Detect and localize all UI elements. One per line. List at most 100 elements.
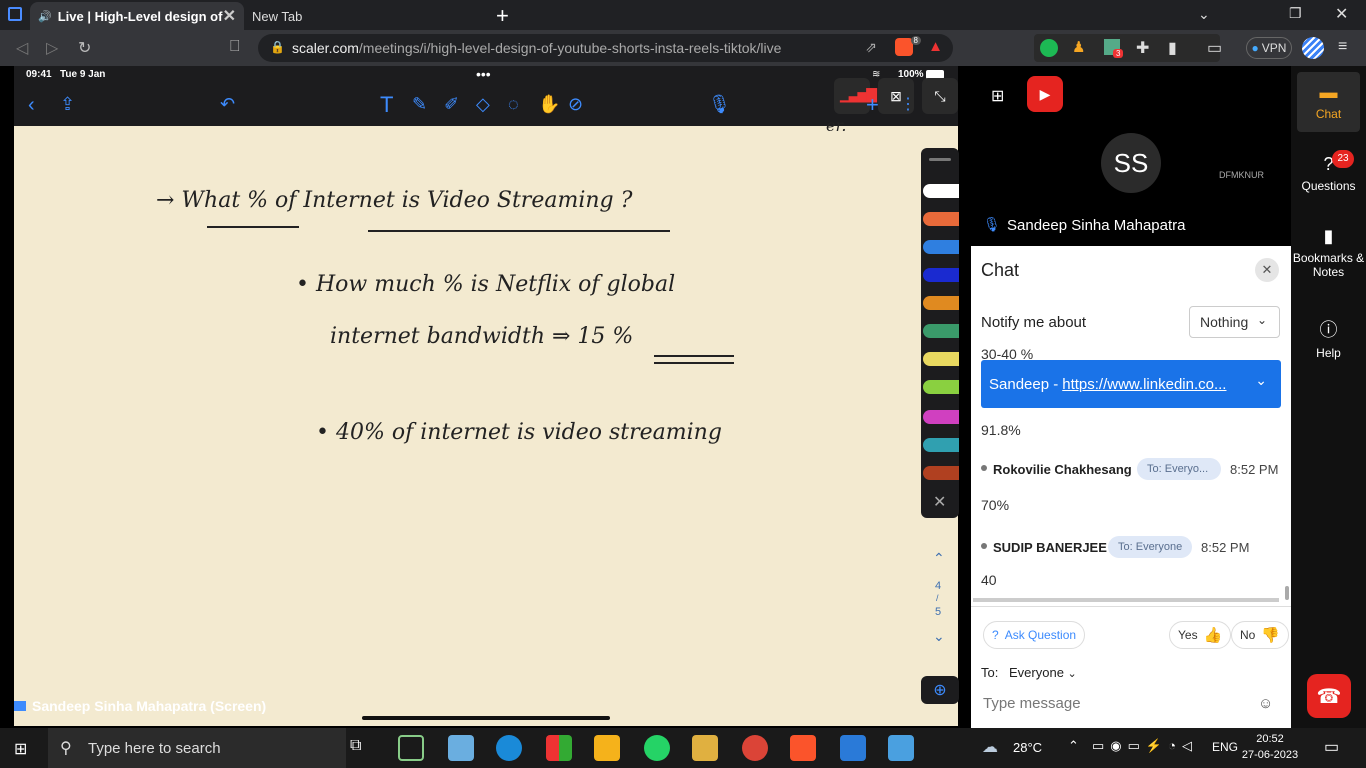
- highlighter-yellow[interactable]: [923, 352, 959, 366]
- weather-temp[interactable]: 28°C: [1013, 740, 1042, 755]
- back-icon[interactable]: ◁: [16, 38, 28, 58]
- highlighter-tool-icon[interactable]: ✐: [444, 94, 459, 115]
- shapes-tool-icon[interactable]: ✋: [538, 94, 560, 115]
- photos-icon[interactable]: [888, 735, 914, 761]
- pycharm-icon[interactable]: [398, 735, 424, 761]
- layout-grid-icon[interactable]: ⊞: [991, 86, 1004, 106]
- pinned-link[interactable]: https://www.linkedin.co...: [1062, 376, 1226, 393]
- ipad-time: 09:41: [26, 69, 52, 80]
- wallet-icon[interactable]: ▭: [1207, 38, 1222, 58]
- taskbar-search[interactable]: ⚲ Type here to search: [48, 728, 346, 768]
- sidebar-item-bookmarks[interactable]: ▮ Bookmarks & Notes: [1291, 226, 1366, 279]
- office-apps-icon[interactable]: [546, 735, 572, 761]
- pinned-chevron-icon[interactable]: ⌄: [1255, 372, 1267, 389]
- 3d-viewer-icon[interactable]: [448, 735, 474, 761]
- end-call-button[interactable]: ☎: [1307, 674, 1351, 718]
- windows-start-icon[interactable]: ⊞: [14, 739, 27, 759]
- pen-white[interactable]: [923, 184, 959, 198]
- sidebar-item-chat[interactable]: ▬ Chat: [1291, 82, 1366, 121]
- tab-search-icon[interactable]: [8, 7, 22, 21]
- new-tab-icon[interactable]: +: [496, 3, 509, 29]
- vpn-button[interactable]: ● VPN: [1246, 37, 1292, 59]
- handwritten-note-canvas[interactable]: er. → What % of Internet is Video Stream…: [14, 116, 958, 726]
- camera-toggle-icon[interactable]: ▶: [1027, 76, 1063, 112]
- sidebar-item-help[interactable]: ⓘ Help: [1291, 316, 1366, 360]
- palette-close-icon[interactable]: ✕: [933, 492, 946, 512]
- browser-tab-bar: 🔊 Live | High-Level design of You ✕ New …: [0, 0, 1366, 30]
- message-input[interactable]: Type message: [983, 695, 1253, 712]
- tab-new[interactable]: New Tab: [244, 2, 484, 30]
- brave-icon[interactable]: [790, 735, 816, 761]
- close-tab-icon[interactable]: ✕: [223, 6, 236, 26]
- more-icon[interactable]: ⋮: [900, 94, 916, 114]
- ask-question-button[interactable]: ? Ask Question: [983, 621, 1086, 649]
- chat-messages[interactable]: 30-40 % Sandeep - https://www.linkedin.c…: [971, 348, 1291, 604]
- chrome-icon[interactable]: [742, 735, 768, 761]
- chat-title: Chat: [981, 260, 1020, 280]
- pinned-message[interactable]: Sandeep - https://www.linkedin.co... ⌄: [981, 360, 1281, 408]
- task-view-icon[interactable]: ⧉: [350, 737, 361, 755]
- window-close-icon[interactable]: ✕: [1335, 4, 1348, 24]
- brave-rewards-icon[interactable]: ▲: [928, 38, 943, 55]
- sidebar-toggle-icon[interactable]: ▮: [1168, 38, 1177, 58]
- page-down-icon[interactable]: ⌄: [933, 628, 945, 645]
- sidebar-item-questions[interactable]: ? Questions 23: [1291, 150, 1366, 193]
- weather-icon: ☁: [982, 739, 998, 756]
- lasso-tool-icon[interactable]: ◌: [508, 94, 519, 115]
- undo-icon[interactable]: ↶: [220, 94, 235, 115]
- zoom-icon[interactable]: ⊕: [921, 676, 959, 704]
- to-value: Everyone: [1009, 665, 1064, 680]
- highlighter-rust[interactable]: [923, 466, 959, 480]
- add-page-icon[interactable]: +: [866, 92, 879, 118]
- chevron-down-icon[interactable]: ⌄: [1198, 6, 1210, 23]
- extension-person-icon[interactable]: ♟: [1072, 38, 1085, 56]
- whatsapp-icon[interactable]: [644, 735, 670, 761]
- no-button[interactable]: No 👎: [1231, 621, 1290, 649]
- yes-button[interactable]: Yes 👍: [1169, 621, 1232, 649]
- grammarly-icon[interactable]: [1040, 39, 1058, 57]
- taskbar-clock[interactable]: 20:52 27-06-2023: [1240, 731, 1300, 763]
- highlighter-lime[interactable]: [923, 380, 959, 394]
- tray-chevron-icon[interactable]: ⌃: [1068, 738, 1079, 754]
- extensions-puzzle-icon[interactable]: ✚: [1136, 38, 1149, 58]
- pen-navy[interactable]: [923, 268, 959, 282]
- laser-tool-icon[interactable]: ⊘: [568, 94, 583, 115]
- page-up-icon[interactable]: ⌃: [933, 550, 945, 567]
- edge-icon[interactable]: [496, 735, 522, 761]
- pen-amber[interactable]: [923, 296, 959, 310]
- forward-icon[interactable]: ▷: [46, 38, 58, 58]
- bookmark-page-icon[interactable]: ⎕: [230, 38, 240, 56]
- tab-live[interactable]: 🔊 Live | High-Level design of You ✕: [30, 2, 244, 30]
- emoji-icon[interactable]: ☺: [1258, 695, 1273, 712]
- pen-green[interactable]: [923, 324, 959, 338]
- text-tool-icon[interactable]: T: [380, 92, 393, 118]
- profile-avatar[interactable]: [1302, 37, 1324, 59]
- to-select[interactable]: Everyone ⌄: [1009, 665, 1077, 680]
- pen-blue[interactable]: [923, 240, 959, 254]
- eraser-tool-icon[interactable]: ◇: [476, 94, 490, 115]
- notify-select[interactable]: Nothing ⌄: [1189, 306, 1280, 338]
- menu-icon[interactable]: ≡: [1338, 38, 1347, 56]
- microphone-icon[interactable]: 🎙: [708, 94, 731, 115]
- highlighter-teal[interactable]: [923, 438, 959, 452]
- vscode-icon[interactable]: [840, 735, 866, 761]
- chat-close-icon[interactable]: ✕: [1255, 258, 1279, 282]
- share-icon[interactable]: ⇗: [865, 39, 877, 56]
- palette-handle[interactable]: [929, 158, 951, 161]
- collapse-icon[interactable]: ⤡: [922, 78, 958, 114]
- tray-icons[interactable]: ▭◉▭⚡◔◁: [1092, 738, 1198, 754]
- file-explorer-icon[interactable]: [692, 735, 718, 761]
- store-icon[interactable]: [594, 735, 620, 761]
- restore-icon[interactable]: ❐: [1289, 5, 1302, 22]
- pen-tool-icon[interactable]: ✎: [412, 94, 427, 115]
- pen-orange[interactable]: [923, 212, 959, 226]
- address-bar[interactable]: 🔒 scaler.com/meetings/i/high-level-desig…: [258, 34, 953, 62]
- share-icon[interactable]: ⇪: [60, 94, 75, 115]
- language-indicator[interactable]: ENG: [1212, 740, 1238, 754]
- chat-horizontal-scrollbar[interactable]: [973, 598, 1279, 602]
- chat-scrollbar[interactable]: [1285, 586, 1289, 600]
- back-chevron-icon[interactable]: ‹: [28, 94, 35, 117]
- highlighter-magenta[interactable]: [923, 410, 959, 424]
- notification-icon[interactable]: ▭: [1324, 737, 1339, 757]
- reload-icon[interactable]: ↻: [78, 38, 91, 58]
